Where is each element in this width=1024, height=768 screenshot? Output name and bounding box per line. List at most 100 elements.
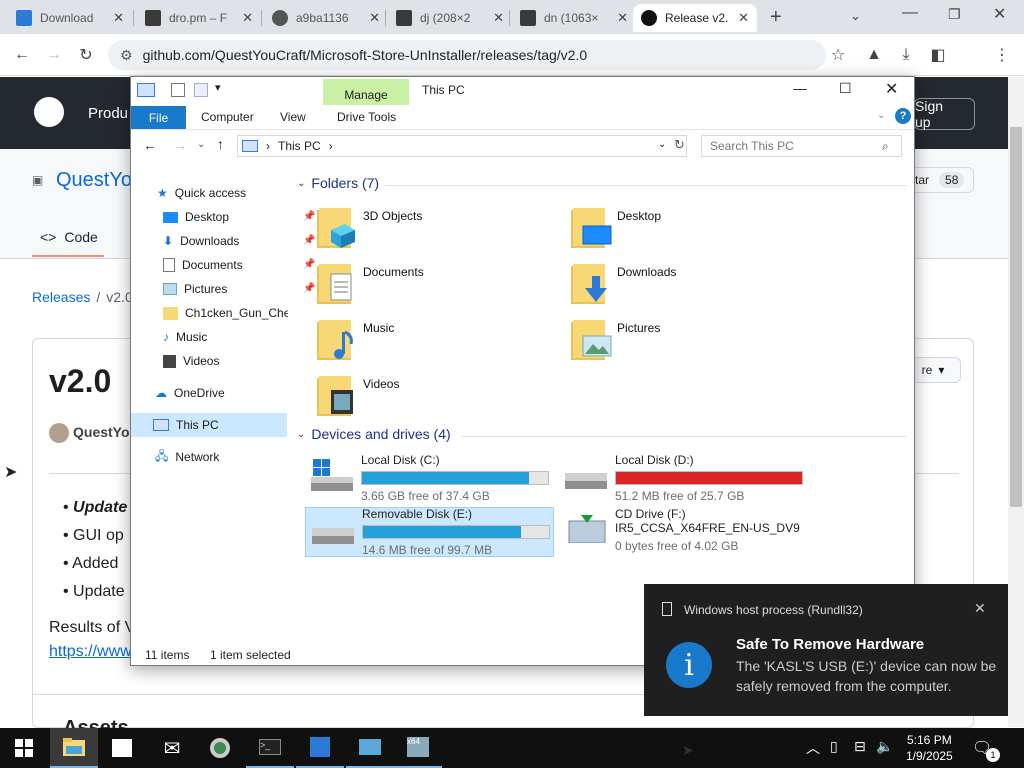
folders-group-header[interactable]: ⌄ Folders (7) (297, 175, 379, 191)
usb-eject-icon[interactable]: ▯ (830, 738, 838, 755)
close-tab-icon[interactable]: ✕ (242, 10, 253, 26)
drive-f[interactable]: CD Drive (F:) IR5_CCSA_X64FRE_EN-US_DV9 … (559, 507, 839, 559)
browser-tab-active[interactable]: Release v2. ✕ (633, 4, 757, 32)
nav-onedrive[interactable]: ☁ OneDrive (155, 381, 225, 405)
taskbar-store[interactable] (98, 728, 146, 768)
volume-icon[interactable]: 🔈 (876, 738, 893, 755)
forward-arrow-icon[interactable]: → (173, 137, 187, 153)
taskbar-terminal[interactable]: >_ (246, 728, 294, 768)
nav-network[interactable]: 🖧 Network (155, 445, 219, 469)
sidepanel-icon[interactable]: ◧ (924, 41, 952, 69)
pin-icon[interactable]: 📌 (303, 283, 315, 294)
pin-icon[interactable]: 📌 (303, 211, 315, 222)
nav-this-pc-selected[interactable]: This PC (131, 413, 287, 437)
nav-downloads[interactable]: ⬇ Downloads 📌 (163, 229, 315, 253)
nav-videos[interactable]: Videos (163, 349, 219, 373)
folder-videos[interactable]: Videos (315, 369, 399, 421)
start-button[interactable] (0, 728, 48, 768)
up-arrow-icon[interactable]: ↑ (217, 136, 224, 152)
chevron-right-icon[interactable]: › (329, 139, 333, 153)
tab-computer[interactable]: Computer (201, 110, 254, 124)
restore-window-icon[interactable]: ❐ (948, 6, 961, 23)
github-logo-icon[interactable] (34, 97, 64, 127)
show-hidden-icons-chevron-icon[interactable]: ︿ (806, 738, 820, 758)
author-avatar[interactable] (49, 423, 69, 443)
close-tab-icon[interactable]: ✕ (369, 10, 380, 26)
browser-tab[interactable]: dn (1063× ✕ (512, 4, 636, 32)
browser-tab[interactable]: a9ba1136 ✕ (264, 4, 388, 32)
close-window-icon[interactable]: ✕ (885, 79, 898, 99)
taskbar-chrome[interactable] (196, 728, 244, 768)
drive-e-selected[interactable]: Removable Disk (E:) 14.6 MB free of 99.7… (305, 507, 554, 557)
close-tab-icon[interactable]: ✕ (113, 10, 124, 26)
refresh-icon[interactable]: ↻ (674, 137, 685, 153)
devices-group-header[interactable]: ⌄ Devices and drives (4) (297, 426, 451, 442)
browser-tab[interactable]: dro.pm – F ✕ (137, 4, 261, 32)
tab-file[interactable]: File (131, 106, 186, 129)
forward-arrow-icon[interactable]: → (40, 41, 68, 69)
pin-icon[interactable]: 📌 (303, 235, 315, 246)
back-arrow-icon[interactable]: ← (8, 41, 36, 69)
address-bar[interactable]: ⚙ github.com/QuestYouCraft/Microsoft-Sto… (108, 40, 826, 70)
minimize-window-icon[interactable]: — (793, 80, 807, 96)
menu-kebab-icon[interactable]: ⋮ (988, 41, 1016, 69)
network-icon[interactable]: ⊟ (854, 738, 866, 755)
properties-quick-icon[interactable] (171, 83, 185, 97)
address-bar[interactable]: › This PC › ⌄ ↻ (237, 135, 687, 157)
taskbar-mail[interactable]: ✉ (148, 728, 196, 768)
close-window-icon[interactable]: ✕ (993, 4, 1006, 24)
minimize-window-icon[interactable]: — (902, 4, 918, 22)
search-input[interactable]: Search This PC ⌕ (701, 135, 902, 157)
extension-flask-icon[interactable]: ▲ (860, 41, 888, 69)
taskbar-system-info[interactable]: x64 (394, 728, 442, 768)
reload-icon[interactable]: ↻ (72, 41, 100, 69)
customize-toolbar-chevron-icon[interactable]: ▾ (215, 81, 221, 94)
nav-documents[interactable]: Documents 📌 (163, 253, 315, 277)
tab-search-chevron-icon[interactable]: ⌄ (850, 8, 861, 24)
breadcrumb-releases-link[interactable]: Releases (32, 289, 90, 305)
nav-desktop[interactable]: Desktop 📌 (163, 205, 315, 229)
maximize-window-icon[interactable]: ☐ (839, 80, 852, 97)
bookmark-star-icon[interactable]: ☆ (824, 41, 852, 69)
nav-product[interactable]: Produ (88, 105, 128, 122)
close-tab-icon[interactable]: ✕ (738, 10, 749, 26)
repo-name[interactable]: QuestYo (56, 169, 132, 192)
help-icon[interactable]: ? (895, 108, 911, 124)
clock[interactable]: 5:16 PM 1/9/2025 (906, 732, 953, 764)
browser-tab[interactable]: dj (208×2 ✕ (388, 4, 512, 32)
tab-view[interactable]: View (280, 110, 306, 124)
scrollbar-thumb[interactable] (1010, 127, 1022, 507)
nav-quick-access[interactable]: ★ Quick access (157, 181, 246, 205)
close-tab-icon[interactable]: ✕ (493, 10, 504, 26)
page-scrollbar[interactable] (1008, 77, 1024, 727)
nav-music[interactable]: ♪ Music (163, 325, 207, 349)
nav-pictures[interactable]: Pictures 📌 (163, 277, 315, 301)
browser-tab[interactable]: Download ✕ (8, 4, 132, 32)
new-tab-button[interactable]: + (770, 6, 782, 29)
drive-d[interactable]: Local Disk (D:) 51.2 MB free of 25.7 GB (559, 453, 809, 505)
nav-folder[interactable]: Ch1cken_Gun_Chea (163, 301, 288, 325)
drive-c[interactable]: Local Disk (C:) 3.66 GB free of 37.4 GB (305, 453, 555, 505)
pin-icon[interactable]: 📌 (303, 259, 315, 270)
tab-drive-tools[interactable]: Drive Tools (337, 110, 396, 124)
close-tab-icon[interactable]: ✕ (617, 10, 628, 26)
folder-downloads[interactable]: Downloads (569, 257, 676, 309)
folder-documents[interactable]: Documents (315, 257, 424, 309)
folder-3d-objects[interactable]: 3D Objects (315, 201, 422, 253)
ribbon-expand-chevron-icon[interactable]: ⌄ (877, 110, 885, 121)
notification-toast[interactable]: Windows host process (Rundll32) ✕ i Safe… (644, 584, 1008, 716)
downloads-icon[interactable]: ⤓ (892, 41, 920, 69)
folder-pictures[interactable]: Pictures (569, 313, 660, 365)
breadcrumb-this-pc[interactable]: This PC (278, 139, 321, 153)
folder-music[interactable]: Music (315, 313, 394, 365)
back-arrow-icon[interactable]: ← (143, 137, 157, 153)
toast-close-icon[interactable]: ✕ (974, 600, 986, 617)
author-name[interactable]: QuestYou (73, 424, 138, 440)
sign-up-button[interactable]: Sign up (914, 98, 975, 130)
address-dropdown-chevron-icon[interactable]: ⌄ (658, 139, 666, 150)
taskbar-file-explorer[interactable] (50, 728, 98, 768)
site-info-icon[interactable]: ⚙ (120, 47, 133, 64)
tab-code[interactable]: <> Code (40, 229, 98, 245)
release-link[interactable]: https://www (49, 643, 132, 661)
new-folder-quick-icon[interactable] (194, 83, 208, 97)
